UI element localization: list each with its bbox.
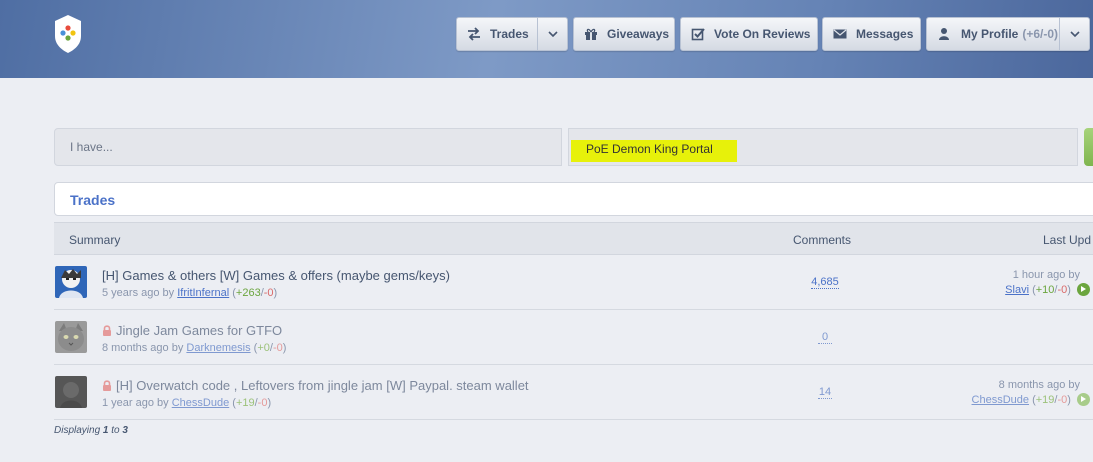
i-have-placeholder: I have... xyxy=(70,140,113,154)
trade-title-link[interactable]: [H] Games & others [W] Games & offers (m… xyxy=(102,268,450,283)
author-positive-rep: +0 xyxy=(257,342,270,354)
trade-title-text: Jingle Jam Games for GTFO xyxy=(116,323,283,338)
lock-icon xyxy=(103,380,111,391)
trades-arrows-icon xyxy=(468,27,480,41)
avatar[interactable] xyxy=(55,266,87,298)
trades-section-title: Trades xyxy=(70,192,116,208)
user-icon xyxy=(939,28,949,40)
last-update-time: 8 months ago by xyxy=(998,379,1080,391)
i-have-input[interactable]: I have... xyxy=(54,128,562,166)
lock-icon xyxy=(103,325,111,336)
last-update-time: 1 hour ago by xyxy=(1012,269,1080,281)
pagination-prefix: Displaying xyxy=(54,425,101,436)
checkbox-icon xyxy=(691,28,705,41)
summary-column-header[interactable]: Summary xyxy=(69,233,120,247)
comments-column-header[interactable]: Comments xyxy=(793,233,851,247)
author-positive-rep: +19 xyxy=(235,397,255,409)
last-user-negative-rep: -0 xyxy=(1057,284,1068,296)
last-update-user-link[interactable]: Slavi xyxy=(1005,284,1029,296)
vote-on-reviews-nav-button[interactable]: Vote On Reviews xyxy=(680,17,818,51)
pagination-to: 3 xyxy=(122,425,128,436)
search-submit-button[interactable] xyxy=(1084,128,1093,166)
i-want-input[interactable]: PoE Demon King Portal xyxy=(568,128,1078,166)
last-user-positive-rep: +19 xyxy=(1035,394,1055,406)
last-update-user-link[interactable]: ChessDude xyxy=(972,394,1029,406)
trade-author-link[interactable]: Darknemesis xyxy=(186,342,250,354)
chevron-down-icon xyxy=(548,31,558,38)
comment-count-link[interactable]: 14 xyxy=(818,386,832,399)
table-row[interactable]: [H] Overwatch code , Leftovers from jing… xyxy=(54,365,1093,420)
giveaways-nav-button[interactable]: Giveaways xyxy=(573,17,675,51)
trade-author-link[interactable]: IfritInfernal xyxy=(177,287,229,299)
trade-title-text: [H] Overwatch code , Leftovers from jing… xyxy=(116,378,529,393)
pagination-to-word: to xyxy=(111,425,120,436)
avatar[interactable] xyxy=(55,376,87,408)
last-user-negative-rep: -0 xyxy=(1057,394,1068,406)
last-user-positive-rep: +10 xyxy=(1035,284,1055,296)
giveaways-nav-label: Giveaways xyxy=(607,27,670,41)
author-positive-rep: +263 xyxy=(235,287,261,299)
go-arrow-icon[interactable] xyxy=(1077,283,1090,296)
author-negative-rep: -0 xyxy=(272,342,283,354)
table-row[interactable]: Jingle Jam Games for GTFO 8 months ago b… xyxy=(54,310,1093,365)
profile-dropdown-toggle[interactable] xyxy=(1059,18,1089,50)
trade-age: 8 months ago by xyxy=(102,342,184,354)
my-profile-nav-button[interactable]: My Profile (+6/-0) xyxy=(926,17,1090,51)
i-want-value: PoE Demon King Portal xyxy=(586,142,713,156)
gift-icon xyxy=(585,28,597,40)
trade-age: 5 years ago by xyxy=(102,287,175,299)
my-profile-nav-label: My Profile xyxy=(961,27,1019,41)
trades-dropdown-toggle[interactable] xyxy=(537,18,567,50)
trades-nav-label: Trades xyxy=(490,27,529,41)
trade-meta: 8 months ago by Darknemesis (+0/-0) xyxy=(102,342,287,354)
messages-nav-button[interactable]: Messages xyxy=(822,17,921,51)
messages-nav-label: Messages xyxy=(856,27,914,41)
pagination-from: 1 xyxy=(102,425,109,436)
header: Trades Giveaways Vote On Reviews Message… xyxy=(0,0,1093,78)
last-update-column-header[interactable]: Last Upd xyxy=(1043,233,1091,247)
profile-reputation: (+6/-0) xyxy=(1022,27,1059,41)
trades-nav-button[interactable]: Trades xyxy=(456,17,568,51)
trade-title-link[interactable]: Jingle Jam Games for GTFO xyxy=(102,323,282,338)
author-negative-rep: -0 xyxy=(257,397,268,409)
comment-count-link[interactable]: 0 xyxy=(818,331,832,344)
go-arrow-icon[interactable] xyxy=(1077,393,1090,406)
table-header: Summary Comments Last Upd xyxy=(54,222,1093,255)
shield-logo-icon[interactable] xyxy=(53,14,83,54)
avatar[interactable] xyxy=(55,321,87,353)
author-negative-rep: -0 xyxy=(263,287,274,299)
trade-title-link[interactable]: [H] Overwatch code , Leftovers from jing… xyxy=(102,378,529,393)
pagination-summary: Displaying 1 to 3 xyxy=(54,425,128,436)
last-update-user: ChessDude (+19/-0) xyxy=(972,393,1090,406)
envelope-icon xyxy=(833,29,847,39)
trade-author-link[interactable]: ChessDude xyxy=(172,397,229,409)
vote-on-reviews-nav-label: Vote On Reviews xyxy=(714,27,811,41)
chevron-down-icon xyxy=(1070,31,1080,38)
trade-age: 1 year ago by xyxy=(102,397,169,409)
trade-meta: 1 year ago by ChessDude (+19/-0) xyxy=(102,397,272,409)
trades-section-header: Trades xyxy=(54,182,1093,216)
last-update-user: Slavi (+10/-0) xyxy=(1005,283,1090,296)
comment-count-link[interactable]: 4,685 xyxy=(811,276,839,289)
table-row[interactable]: [H] Games & others [W] Games & offers (m… xyxy=(54,255,1093,310)
trade-meta: 5 years ago by IfritInfernal (+263/-0) xyxy=(102,287,278,299)
